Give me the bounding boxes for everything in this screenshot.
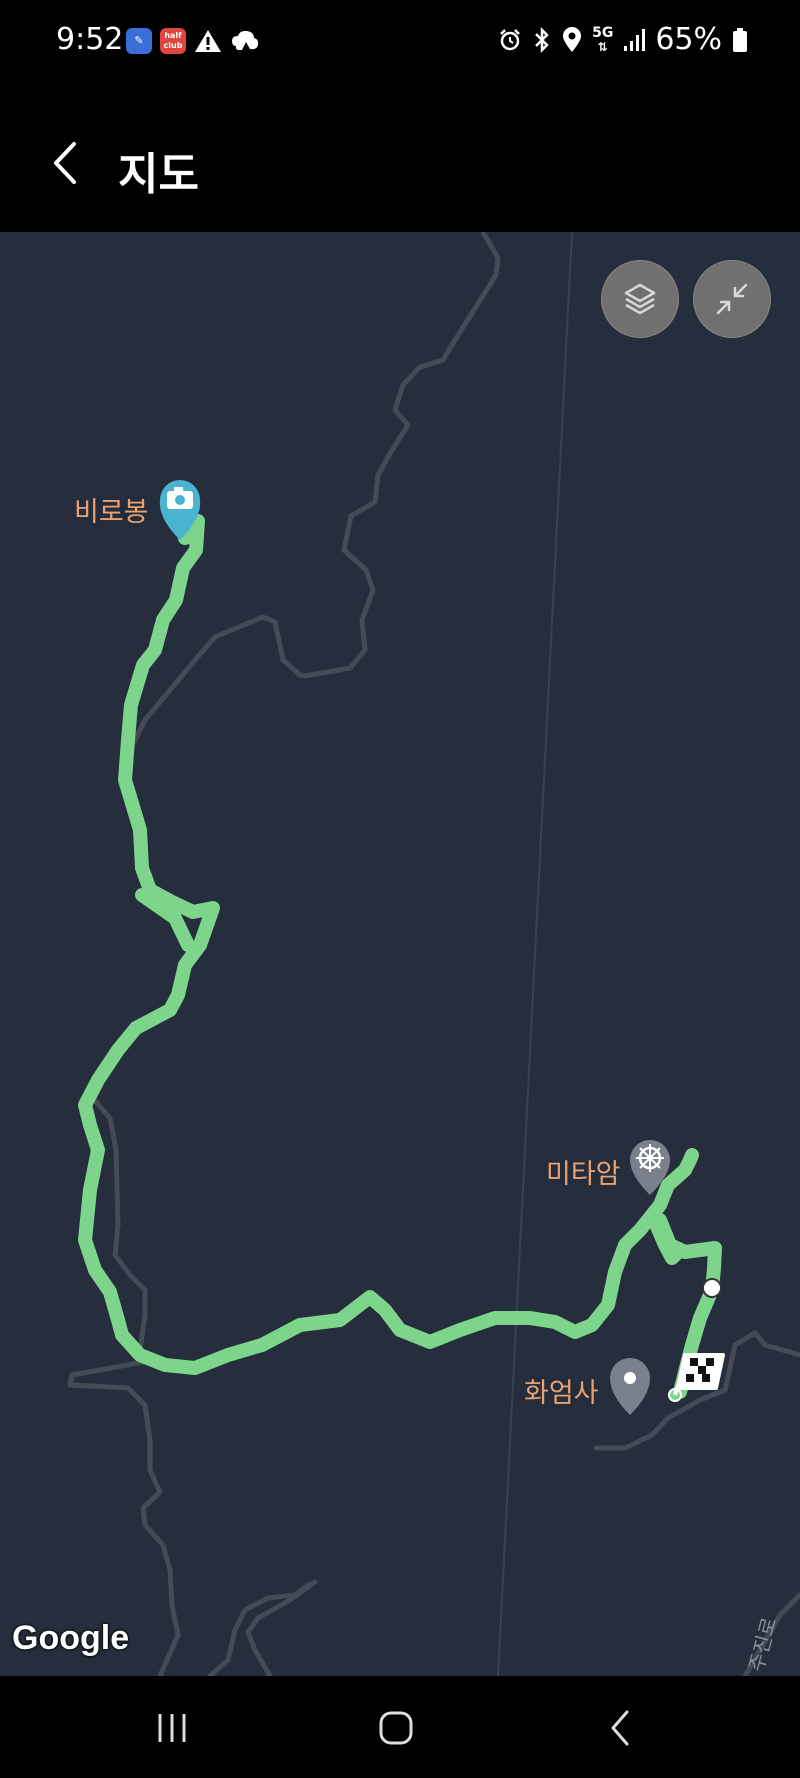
google-logo: Google — [12, 1619, 130, 1657]
5g-icon: 5G ⇅ — [592, 24, 614, 54]
road-lines — [67, 232, 800, 1676]
map-view[interactable]: 비로봉 미타암 화엄사 주진로 Google — [0, 232, 800, 1676]
app-badge-blue-icon: ✎ — [126, 28, 152, 54]
warning-icon — [195, 30, 221, 52]
route-track — [78, 514, 722, 1399]
chevron-left-icon — [54, 142, 76, 184]
status-bar: 9:52 ✎ half club 5G ⇅ 65% — [0, 0, 800, 90]
location-icon — [563, 26, 582, 52]
layers-button[interactable] — [601, 260, 679, 338]
back-icon — [611, 1710, 629, 1746]
map-canvas[interactable] — [0, 232, 800, 1676]
app-bar: 지도 — [0, 90, 800, 232]
battery-icon — [733, 27, 747, 52]
collapse-button[interactable] — [693, 260, 771, 338]
home-button[interactable] — [366, 1706, 426, 1750]
battery-percent: 65% — [655, 22, 722, 57]
recent-apps-button[interactable] — [142, 1706, 202, 1750]
poi-label-hwaeomsa[interactable]: 화엄사 — [524, 1371, 599, 1410]
boundary-line — [497, 232, 573, 1676]
poi-label-mitaam[interactable]: 미타암 — [546, 1152, 621, 1191]
layers-icon — [624, 283, 656, 315]
location-pin-icon[interactable] — [610, 1358, 650, 1415]
route-waypoint — [702, 1278, 722, 1298]
back-button[interactable] — [44, 138, 86, 188]
weather-icon — [232, 30, 259, 50]
bluetooth-icon — [535, 26, 549, 53]
poi-label-birobong[interactable]: 비로봉 — [74, 490, 149, 529]
page-title: 지도 — [118, 149, 199, 200]
recent-apps-icon — [158, 1714, 186, 1742]
status-time: 9:52 — [56, 22, 124, 57]
alarm-icon — [500, 28, 520, 50]
navigation-bar — [0, 1676, 800, 1778]
signal-icon — [624, 28, 646, 51]
home-icon — [379, 1711, 413, 1745]
halfclub-badge-icon: half club — [160, 28, 186, 54]
collapse-icon — [716, 283, 748, 315]
system-back-button[interactable] — [590, 1706, 650, 1750]
